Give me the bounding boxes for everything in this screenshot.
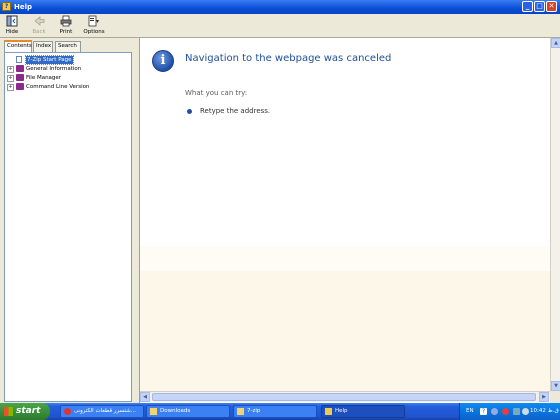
- expand-icon[interactable]: +: [7, 66, 14, 73]
- page-background: [140, 246, 550, 271]
- toolbar: Hide Back Print Options: [0, 14, 560, 38]
- network-icon[interactable]: [491, 408, 498, 415]
- error-page: i Navigation to the webpage was canceled…: [140, 38, 550, 246]
- contents-tree: 7-Zip Start Page + General Information +…: [4, 52, 132, 402]
- options-button[interactable]: Options: [82, 15, 106, 36]
- scroll-right-icon[interactable]: ▶: [539, 392, 549, 402]
- vertical-scrollbar[interactable]: ▲ ▼: [550, 38, 560, 391]
- security-icon[interactable]: [502, 408, 509, 415]
- book-icon: [16, 65, 24, 72]
- window-title: Help: [14, 3, 33, 11]
- back-arrow-icon: [34, 16, 45, 26]
- language-indicator[interactable]: EN: [466, 408, 474, 414]
- page-background: [140, 271, 550, 391]
- browser-icon: [64, 408, 71, 415]
- clock: 10:42 ق.ظ: [530, 408, 559, 414]
- scroll-up-icon[interactable]: ▲: [551, 38, 560, 48]
- windows-logo-icon: [4, 407, 13, 416]
- taskbar-item-downloads[interactable]: Downloads: [146, 405, 230, 418]
- taskbar-item-label: Help: [335, 408, 348, 414]
- back-button-label: Back: [32, 29, 46, 35]
- suggestion-item: Retype the address.: [200, 107, 271, 115]
- suggestions-heading: What you can try:: [185, 89, 248, 97]
- tree-item-label: General Information: [26, 66, 82, 72]
- expand-icon[interactable]: +: [7, 75, 14, 82]
- page-icon: [16, 56, 22, 63]
- tab-index[interactable]: Index: [33, 41, 53, 52]
- navigation-pane: Contents Index Search 7-Zip Start Page +…: [2, 39, 134, 403]
- scroll-down-icon[interactable]: ▼: [551, 381, 560, 391]
- book-icon: [16, 83, 24, 90]
- horizontal-scrollbar[interactable]: ◀ ▶: [140, 391, 550, 402]
- book-icon: [16, 74, 24, 81]
- help-icon: [325, 408, 332, 415]
- hide-pane-icon: [6, 15, 18, 27]
- taskbar-item-help[interactable]: Help: [321, 405, 405, 418]
- info-icon: i: [152, 50, 174, 72]
- folder-icon: [150, 408, 157, 415]
- system-tray: EN ? 10:42 ق.ظ: [459, 403, 560, 420]
- hide-button[interactable]: Hide: [3, 15, 21, 36]
- content-pane: i Navigation to the webpage was canceled…: [139, 38, 560, 403]
- hide-button-label: Hide: [5, 29, 19, 35]
- printer-icon: [60, 15, 72, 27]
- error-heading: Navigation to the webpage was canceled: [185, 53, 392, 64]
- folder-icon: [237, 408, 244, 415]
- tree-item-label: Command Line Version: [26, 84, 90, 90]
- horizontal-scroll-thumb[interactable]: [152, 393, 536, 401]
- maximize-button[interactable]: □: [534, 1, 545, 12]
- back-button[interactable]: Back: [29, 15, 49, 36]
- tab-search[interactable]: Search: [55, 41, 81, 52]
- minimize-button[interactable]: _: [522, 1, 533, 12]
- expand-icon[interactable]: +: [7, 84, 14, 91]
- sync-icon[interactable]: [522, 408, 529, 415]
- scrollbar-corner: [550, 391, 560, 403]
- help-app-icon: ?: [2, 2, 11, 11]
- taskbar-item-7zip[interactable]: 7-zip: [233, 405, 317, 418]
- taskbar: start شتسرر قطعات الكترونی... Downloads …: [0, 403, 560, 420]
- tree-item-label: File Manager: [26, 75, 62, 81]
- print-button[interactable]: Print: [57, 15, 75, 36]
- start-button[interactable]: start: [0, 403, 50, 420]
- tab-contents[interactable]: Contents: [4, 40, 32, 52]
- bullet-icon: [187, 109, 192, 114]
- taskbar-item-label: Downloads: [160, 408, 191, 414]
- start-button-label: start: [16, 406, 41, 416]
- taskbar-item-browser[interactable]: شتسرر قطعات الكترونی...: [60, 405, 144, 418]
- options-button-label: Options: [83, 29, 105, 35]
- tree-item-label: 7-Zip Start Page: [25, 55, 74, 65]
- window-title-bar: ? Help _ □ ✕: [0, 0, 560, 14]
- pane-splitter[interactable]: [135, 39, 138, 403]
- help-tray-icon[interactable]: ?: [480, 408, 487, 415]
- taskbar-item-label: شتسرر قطعات الكترونی...: [74, 408, 136, 414]
- scroll-left-icon[interactable]: ◀: [140, 392, 150, 402]
- taskbar-item-label: 7-zip: [247, 408, 261, 414]
- close-button[interactable]: ✕: [546, 1, 557, 12]
- volume-icon[interactable]: [513, 408, 520, 415]
- options-icon: [88, 15, 99, 27]
- print-button-label: Print: [59, 29, 73, 35]
